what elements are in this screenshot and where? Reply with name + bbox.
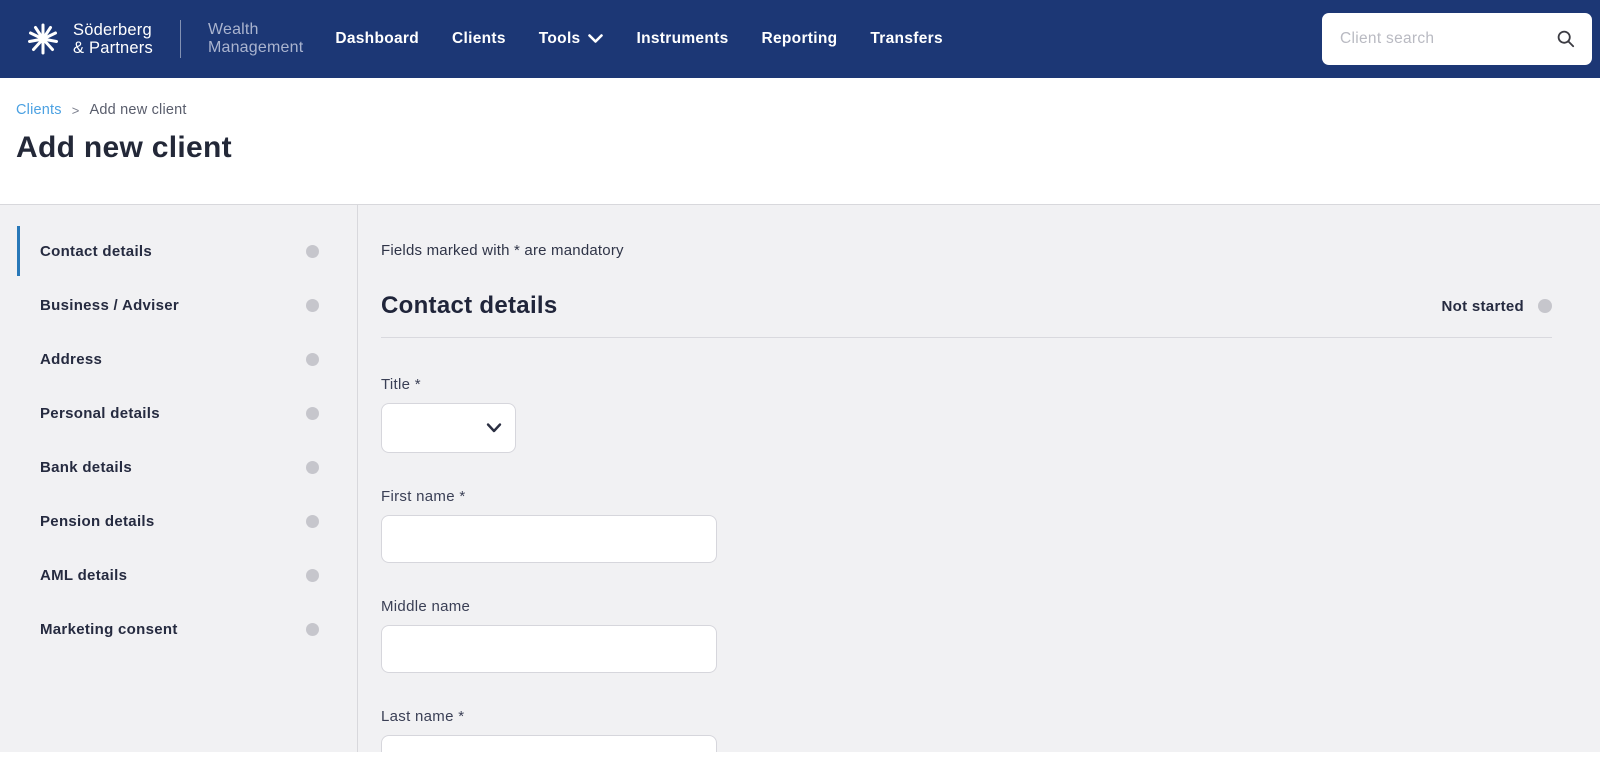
brand-name-line1: Söderberg	[73, 20, 152, 39]
search-icon[interactable]	[1556, 29, 1576, 49]
content-area: Contact details Business / Adviser Addre…	[0, 205, 1600, 752]
client-search-input[interactable]	[1322, 13, 1592, 65]
sidebar-item-label: Business / Adviser	[40, 296, 180, 314]
nav-item-reporting[interactable]: Reporting	[762, 30, 838, 48]
contact-details-form: Title * First name * Middle name Last na…	[381, 376, 1552, 752]
main-panel: Fields marked with * are mandatory Conta…	[358, 205, 1600, 752]
brand-division: Wealth Management	[208, 21, 303, 58]
brand-name-line2: & Partners	[73, 39, 153, 57]
nav-item-dashboard[interactable]: Dashboard	[335, 30, 419, 48]
nav-item-instruments[interactable]: Instruments	[636, 30, 728, 48]
status-dot	[306, 568, 319, 582]
first-name-input[interactable]	[381, 515, 717, 563]
breadcrumb-current: Add new client	[89, 102, 187, 118]
sidebar-item-pension-details[interactable]: Pension details	[0, 494, 357, 548]
sidebar-item-business-adviser[interactable]: Business / Adviser	[0, 278, 357, 332]
section-status-label: Not started	[1441, 297, 1524, 315]
status-dot	[306, 406, 319, 420]
sidebar-item-marketing-consent[interactable]: Marketing consent	[0, 602, 357, 656]
nav-item-tools[interactable]: Tools	[539, 29, 604, 49]
breadcrumb-separator: >	[71, 102, 80, 118]
brand-division-line1: Wealth	[207, 20, 259, 38]
nav-item-label: Reporting	[761, 30, 838, 47]
field-group-last-name: Last name *	[381, 708, 1552, 752]
brand-division-line2: Management	[207, 39, 304, 56]
status-dot	[1538, 299, 1552, 313]
section-status: Not started	[1442, 298, 1552, 315]
first-name-label: First name *	[381, 488, 466, 505]
sidebar-item-label: AML details	[40, 566, 128, 584]
sidebar-item-label: Bank details	[40, 458, 132, 476]
status-dot	[306, 622, 319, 636]
field-group-middle-name: Middle name	[381, 598, 1552, 673]
brand-name: Söderberg & Partners	[73, 21, 153, 58]
sidebar-item-address[interactable]: Address	[0, 332, 357, 386]
section-title: Contact details	[381, 292, 558, 319]
title-select-wrap	[381, 403, 516, 453]
nav-item-label: Transfers	[870, 30, 943, 47]
breadcrumb-link-clients[interactable]: Clients	[16, 102, 62, 118]
client-search	[1322, 13, 1592, 65]
breadcrumb: Clients > Add new client	[16, 102, 1584, 118]
field-group-first-name: First name *	[381, 488, 1552, 563]
status-dot	[306, 298, 319, 312]
sidebar-item-label: Marketing consent	[40, 620, 178, 638]
sidebar-item-bank-details[interactable]: Bank details	[0, 440, 357, 494]
nav-item-transfers[interactable]: Transfers	[870, 30, 943, 48]
page-head: Clients > Add new client Add new client	[0, 78, 1600, 205]
page-title: Add new client	[16, 131, 232, 164]
nav-item-clients[interactable]: Clients	[452, 30, 506, 48]
title-select[interactable]	[381, 403, 516, 453]
sidebar-item-personal-details[interactable]: Personal details	[0, 386, 357, 440]
last-name-input[interactable]	[381, 735, 717, 752]
status-dot	[306, 460, 319, 474]
middle-name-label: Middle name	[381, 598, 471, 615]
mandatory-note: Fields marked with * are mandatory	[381, 242, 624, 259]
sidebar-item-label: Personal details	[40, 404, 160, 422]
soderberg-rosette-icon	[26, 20, 60, 58]
nav-item-label: Dashboard	[335, 30, 420, 47]
field-group-title: Title *	[381, 376, 1552, 453]
status-dot	[306, 244, 319, 258]
last-name-label: Last name *	[381, 708, 465, 725]
app-header: Söderberg & Partners Wealth Management D…	[0, 0, 1600, 78]
form-stepper-sidebar: Contact details Business / Adviser Addre…	[0, 205, 358, 752]
nav-item-label: Clients	[452, 30, 506, 47]
nav-item-label: Instruments	[636, 30, 729, 47]
section-divider	[381, 337, 1552, 338]
middle-name-input[interactable]	[381, 625, 717, 673]
sidebar-item-label: Pension details	[40, 512, 155, 530]
brand-logo[interactable]: Söderberg & Partners Wealth Management	[26, 20, 303, 58]
nav-item-label: Tools	[538, 30, 581, 47]
title-label: Title *	[381, 376, 421, 393]
sidebar-item-aml-details[interactable]: AML details	[0, 548, 357, 602]
chevron-down-icon	[588, 31, 604, 49]
sidebar-item-label: Contact details	[40, 242, 153, 260]
status-dot	[306, 352, 319, 366]
sidebar-item-label: Address	[40, 350, 103, 368]
status-dot	[306, 514, 319, 528]
brand-divider	[179, 20, 181, 58]
main-nav: Dashboard Clients Tools Instruments Repo…	[335, 29, 943, 49]
sidebar-item-contact-details[interactable]: Contact details	[0, 224, 357, 278]
section-head: Contact details Not started	[381, 292, 1552, 320]
